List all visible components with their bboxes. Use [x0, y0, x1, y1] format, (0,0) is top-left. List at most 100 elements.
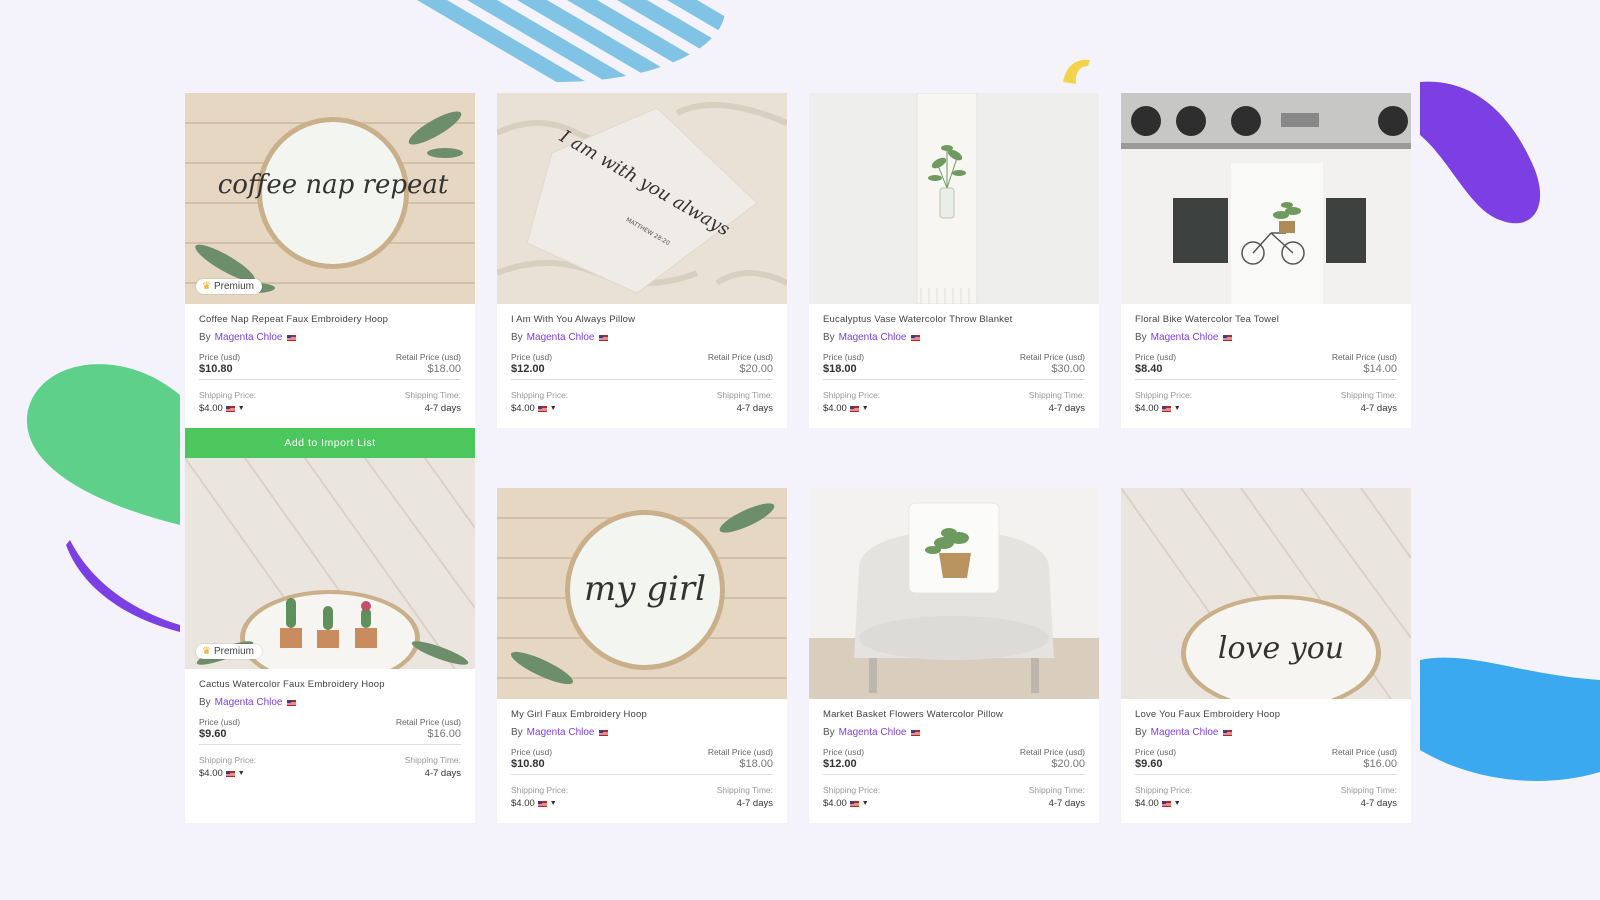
price-row: Price (usd) $8.40 Retail Price (usd) $14.0…: [1135, 352, 1397, 380]
retail-price-label: Retail Price (usd): [1019, 747, 1085, 757]
price-row: Price (usd) $12.00 Retail Price (usd) $20.…: [511, 352, 773, 380]
product-image[interactable]: I am with you always MATTHEW 28:20: [497, 93, 787, 304]
product-title[interactable]: Eucalyptus Vase Watercolor Throw Blanket: [823, 314, 1085, 328]
us-flag-icon: [849, 405, 859, 412]
product-byline: By Magenta Chloe: [823, 727, 1085, 738]
product-title[interactable]: Coffee Nap Repeat Faux Embroidery Hoop: [199, 314, 461, 328]
product-card[interactable]: Market Basket Flowers Watercolor Pillow …: [809, 488, 1099, 823]
shipping-time-label: Shipping Time:: [716, 390, 773, 400]
embroidery-hoop-image: love you: [1121, 488, 1411, 699]
caret-down-icon: ▼: [861, 800, 869, 807]
us-flag-icon: [1161, 800, 1171, 807]
crown-icon: ♛: [202, 281, 211, 292]
by-label: By: [511, 727, 523, 738]
author-link[interactable]: Magenta Chloe: [1151, 727, 1219, 738]
tea-towel-image: [1121, 93, 1411, 304]
price-label: Price (usd): [1135, 747, 1177, 757]
product-card[interactable]: my girl My Girl Faux Embroidery Hoop By M…: [497, 488, 787, 823]
author-link[interactable]: Magenta Chloe: [839, 727, 907, 738]
us-flag-icon: [1161, 405, 1171, 412]
shipping-price-dropdown[interactable]: $4.00 ▼: [199, 768, 256, 779]
shipping-price-value: $4.00: [823, 798, 847, 809]
product-image[interactable]: [809, 488, 1099, 699]
shipping-price-value: $4.00: [511, 798, 535, 809]
product-card[interactable]: Eucalyptus Vase Watercolor Throw Blanket…: [809, 93, 1099, 428]
by-label: By: [1135, 332, 1147, 343]
hoop-lettering: love you: [1218, 631, 1344, 666]
shipping-price-dropdown[interactable]: $4.00 ▼: [823, 798, 880, 809]
product-card[interactable]: love you Love You Faux Embroidery Hoop B…: [1121, 488, 1411, 823]
shipping-price-dropdown[interactable]: $4.00 ▼: [511, 403, 568, 414]
premium-label: Premium: [213, 281, 254, 292]
price-row: Price (usd) $9.60 Retail Price (usd) $16.0…: [199, 717, 461, 745]
product-image[interactable]: love you: [1121, 488, 1411, 699]
shipping-time-value: 4-7 days: [736, 403, 773, 414]
product-card[interactable]: Floral Bike Watercolor Tea Towel By Magen…: [1121, 93, 1411, 428]
product-card[interactable]: coffee nap repeat ♛ Premium Coffee Nap Re…: [185, 93, 475, 458]
add-to-import-list-button[interactable]: Add to Import List: [185, 428, 475, 458]
product-image[interactable]: coffee nap repeat ♛ Premium: [185, 93, 475, 304]
shipping-time-label: Shipping Time:: [1340, 785, 1397, 795]
pillow-chair-image: [809, 488, 1099, 699]
product-title[interactable]: Floral Bike Watercolor Tea Towel: [1135, 314, 1397, 328]
premium-label: Premium: [213, 646, 254, 657]
shipping-time-value: 4-7 days: [736, 798, 773, 809]
price-label: Price (usd): [511, 352, 553, 362]
shipping-time-label: Shipping Time:: [1028, 785, 1085, 795]
product-image[interactable]: [1121, 93, 1411, 304]
shipping-price-label: Shipping Price:: [1135, 390, 1193, 400]
purple-arc-left-shape: [66, 540, 180, 632]
product-title[interactable]: I Am With You Always Pillow: [511, 314, 773, 328]
purple-blob-right-shape: [1420, 81, 1541, 224]
product-title[interactable]: Love You Faux Embroidery Hoop: [1135, 709, 1397, 723]
price-row: Price (usd) $10.80 Retail Price (usd) $18.…: [511, 747, 773, 775]
us-flag-icon: [598, 729, 608, 736]
author-link[interactable]: Magenta Chloe: [527, 332, 595, 343]
product-image[interactable]: my girl: [497, 488, 787, 699]
shipping-time-value: 4-7 days: [424, 403, 461, 414]
shipping-row: Shipping Price: $4.00 ▼ Shipping Time: 4-7 …: [199, 755, 461, 779]
us-flag-icon: [286, 334, 296, 341]
shipping-price-label: Shipping Price:: [511, 785, 569, 795]
shipping-price-dropdown[interactable]: $4.00 ▼: [1135, 798, 1192, 809]
shipping-time-value: 4-7 days: [1360, 403, 1397, 414]
shipping-row: Shipping Price: $4.00 ▼ Shipping Time: 4-7 …: [511, 390, 773, 414]
shipping-row: Shipping Price: $4.00 ▼ Shipping Time: 4-7 …: [1135, 785, 1397, 809]
shipping-time-label: Shipping Time:: [404, 390, 461, 400]
product-card[interactable]: I am with you always MATTHEW 28:20 I Am …: [497, 93, 787, 428]
crown-icon: ♛: [202, 646, 211, 657]
retail-price-label: Retail Price (usd): [707, 747, 773, 757]
shipping-time-label: Shipping Time:: [404, 755, 461, 765]
embroidery-hoop-image: my girl: [497, 488, 787, 699]
retail-price-label: Retail Price (usd): [1331, 747, 1397, 757]
premium-badge: ♛ Premium: [196, 644, 262, 659]
author-link[interactable]: Magenta Chloe: [215, 332, 283, 343]
shipping-price-value: $4.00: [1135, 403, 1159, 414]
shipping-price-dropdown[interactable]: $4.00 ▼: [199, 403, 256, 414]
shipping-price-dropdown[interactable]: $4.00 ▼: [1135, 403, 1192, 414]
product-title[interactable]: Cactus Watercolor Faux Embroidery Hoop: [199, 679, 461, 693]
pillow-image: I am with you always MATTHEW 28:20: [497, 93, 787, 304]
shipping-row: Shipping Price: $4.00 ▼ Shipping Time: 4-7 …: [199, 390, 461, 414]
author-link[interactable]: Magenta Chloe: [215, 697, 283, 708]
author-link[interactable]: Magenta Chloe: [839, 332, 907, 343]
product-byline: By Magenta Chloe: [199, 697, 461, 708]
price-value: $8.40: [1135, 363, 1163, 375]
product-card[interactable]: ♛ Premium Cactus Watercolor Faux Embroide…: [185, 458, 475, 823]
product-title[interactable]: Market Basket Flowers Watercolor Pillow: [823, 709, 1085, 723]
shipping-price-value: $4.00: [511, 403, 535, 414]
product-byline: By Magenta Chloe: [1135, 332, 1397, 343]
throw-blanket-image: [809, 93, 1099, 304]
product-title[interactable]: My Girl Faux Embroidery Hoop: [511, 709, 773, 723]
product-image[interactable]: [809, 93, 1099, 304]
retail-price-value: $14.00: [1363, 363, 1397, 375]
shipping-price-dropdown[interactable]: $4.00 ▼: [823, 403, 880, 414]
by-label: By: [199, 332, 211, 343]
product-image[interactable]: ♛ Premium: [185, 458, 475, 669]
author-link[interactable]: Magenta Chloe: [1151, 332, 1219, 343]
shipping-price-dropdown[interactable]: $4.00 ▼: [511, 798, 568, 809]
us-flag-icon: [225, 770, 235, 777]
us-flag-icon: [537, 800, 547, 807]
product-grid: coffee nap repeat ♛ Premium Coffee Nap Re…: [185, 93, 1411, 823]
author-link[interactable]: Magenta Chloe: [527, 727, 595, 738]
